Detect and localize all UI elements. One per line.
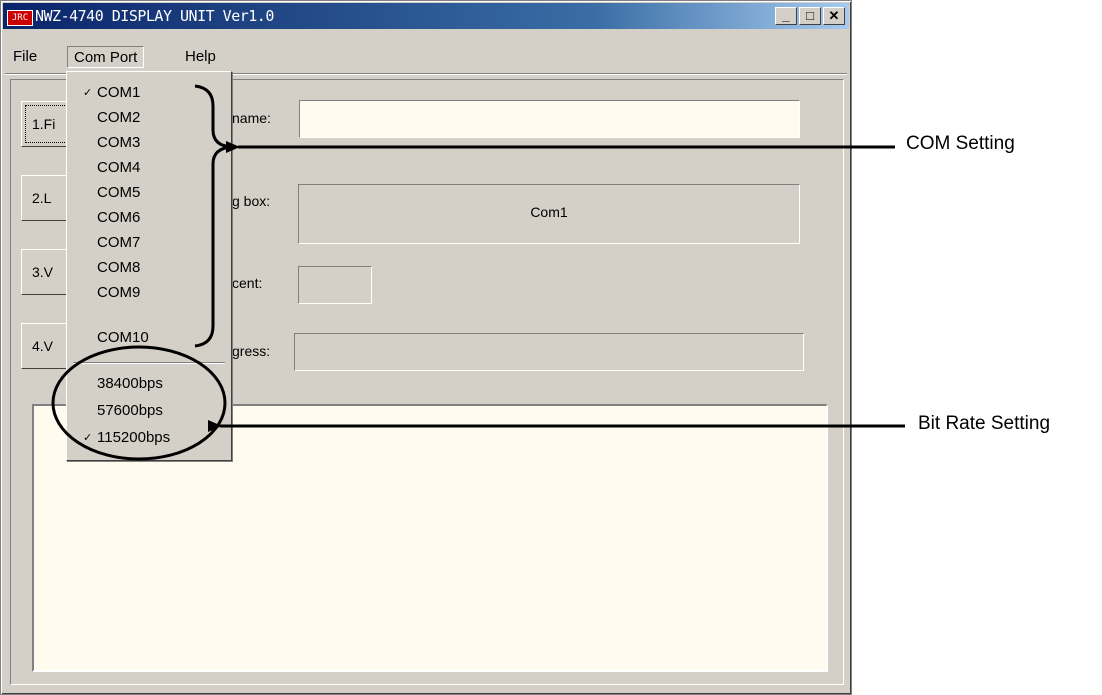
- menu-item-115200bps[interactable]: ✓ 115200bps: [67, 427, 231, 449]
- menu-item-label: 57600bps: [97, 402, 163, 419]
- minimize-button[interactable]: _: [775, 7, 797, 25]
- menu-item-com2[interactable]: COM2: [67, 107, 231, 129]
- menu-item-com1[interactable]: ✓ COM1: [67, 82, 231, 104]
- file-name-field[interactable]: [299, 100, 800, 138]
- menu-item-com6[interactable]: COM6: [67, 207, 231, 229]
- status-box-label: g box:: [232, 193, 271, 209]
- menu-item-label: COM10: [97, 329, 149, 346]
- menu-item-label: COM8: [97, 259, 141, 276]
- menu-item-com10[interactable]: COM10: [67, 327, 231, 349]
- check-icon: ✓: [83, 432, 93, 444]
- menu-item-label: COM4: [97, 159, 141, 176]
- menu-item-com5[interactable]: COM5: [67, 182, 231, 204]
- menu-separator: [73, 362, 225, 364]
- menu-item-38400bps[interactable]: 38400bps: [67, 373, 231, 395]
- progress-bar: [294, 333, 804, 371]
- menu-com-port[interactable]: Com Port: [67, 46, 145, 68]
- app-logo-icon: JRC: [7, 10, 33, 26]
- menu-bar: File Com Port Help: [3, 43, 849, 69]
- menu-item-com4[interactable]: COM4: [67, 157, 231, 179]
- bit-rate-annotation: Bit Rate Setting: [918, 413, 1051, 434]
- app-window: JRC NWZ-4740 DISPLAY UNIT Ver1.0 _ □ ✕ F…: [0, 0, 852, 695]
- menu-item-com9[interactable]: COM9: [67, 282, 231, 304]
- menu-file[interactable]: File: [7, 46, 43, 68]
- menu-item-label: 115200bps: [97, 429, 171, 446]
- menu-item-57600bps[interactable]: 57600bps: [67, 400, 231, 422]
- menu-item-label: COM9: [97, 284, 141, 301]
- menu-item-com3[interactable]: COM3: [67, 132, 231, 154]
- progress-label: gress:: [232, 343, 271, 359]
- menu-item-label: COM1: [97, 84, 141, 101]
- status-box-value: Com1: [530, 204, 568, 220]
- menu-help[interactable]: Help: [179, 46, 222, 68]
- percent-label: cent:: [232, 275, 263, 291]
- menu-item-label: 38400bps: [97, 375, 163, 392]
- title-bar[interactable]: JRC NWZ-4740 DISPLAY UNIT Ver1.0 _ □ ✕: [3, 3, 849, 29]
- menu-item-label: COM3: [97, 134, 141, 151]
- com-port-dropdown: ✓ COM1 COM2 COM3 COM4 COM5 COM6 COM7 COM8…: [66, 71, 232, 461]
- window-title: NWZ-4740 DISPLAY UNIT Ver1.0: [35, 7, 274, 25]
- menu-item-com7[interactable]: COM7: [67, 232, 231, 254]
- maximize-button[interactable]: □: [799, 7, 821, 25]
- com-setting-annotation: COM Setting: [906, 133, 1015, 154]
- file-name-label: name:: [232, 110, 271, 126]
- menu-item-label: COM6: [97, 209, 141, 226]
- percent-field: [298, 266, 372, 304]
- close-button[interactable]: ✕: [823, 7, 845, 25]
- status-box: Com1: [298, 184, 800, 244]
- menu-item-label: COM2: [97, 109, 141, 126]
- menu-item-label: COM7: [97, 234, 141, 251]
- menu-item-label: COM5: [97, 184, 141, 201]
- check-icon: ✓: [83, 87, 93, 99]
- menu-item-com8[interactable]: COM8: [67, 257, 231, 279]
